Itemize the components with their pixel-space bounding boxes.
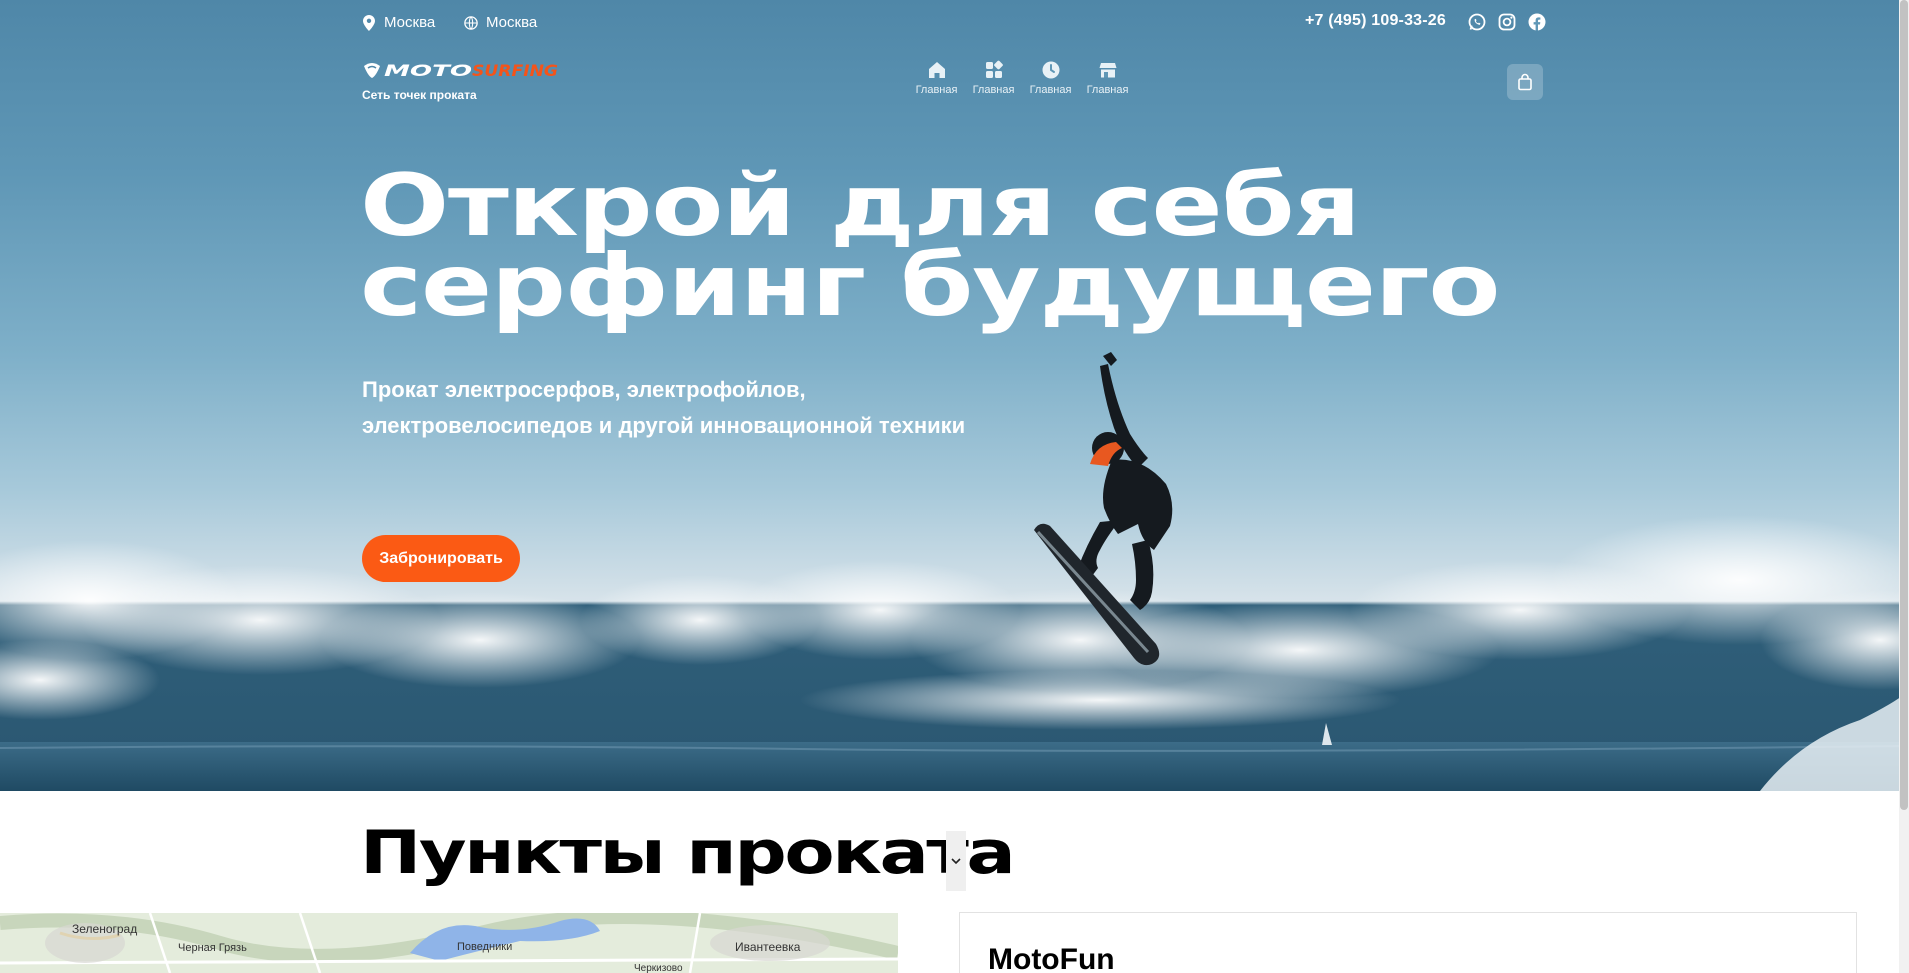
cart-button[interactable] (1507, 64, 1543, 100)
scrollbar-thumb[interactable] (1900, 0, 1908, 810)
nav-item-label: Главная (1029, 84, 1072, 96)
hero-headline-line-1: Открой для себя (360, 156, 1361, 256)
whatsapp-icon[interactable] (1467, 12, 1487, 32)
shopping-bag-icon (1518, 73, 1532, 91)
nav-item-catalog[interactable]: Главная (972, 60, 1015, 96)
map-label: Ивантеевка (735, 940, 801, 954)
region-label: Москва (486, 14, 538, 31)
hero-section: Москва Москва +7 (495) 109-33-26 MOTO SU… (0, 0, 1909, 791)
facebook-icon[interactable] (1527, 12, 1547, 32)
hero-subheadline: Прокат электросерфов, электрофойлов, эле… (362, 372, 1062, 444)
brand-logo[interactable]: MOTO SURFING Сеть точек проката (362, 60, 562, 104)
nav-item-store[interactable]: Главная (1086, 60, 1129, 96)
hero-headline-line-2: серфинг будущего (360, 236, 1500, 336)
nav-item-home[interactable]: Главная (915, 60, 958, 96)
map-label: Зеленоград (72, 922, 138, 936)
hero-subheadline-line-1: Прокат электросерфов, электрофойлов, (362, 377, 806, 402)
page: Москва Москва +7 (495) 109-33-26 MOTO SU… (0, 0, 1909, 973)
nav-item-label: Главная (915, 84, 958, 96)
instagram-icon[interactable] (1497, 12, 1517, 32)
grid-icon (985, 60, 1003, 78)
hero-headline: Открой для себя серфинг будущего (360, 156, 1580, 336)
map-label: Поведники (457, 941, 513, 953)
logo-mark: MOTO SURFING (364, 61, 558, 80)
city-selector[interactable]: Москва (362, 14, 435, 31)
social-links (1467, 12, 1547, 32)
map-label: Черная Грязь (178, 942, 247, 954)
top-bar: Москва Москва +7 (495) 109-33-26 (362, 12, 1547, 34)
book-button[interactable]: Забронировать (362, 535, 520, 582)
rental-point-name: MotoFun (988, 943, 1115, 973)
page-scrollbar[interactable] (1899, 0, 1909, 973)
nav-item-schedule[interactable]: Главная (1029, 60, 1072, 96)
hero-subheadline-line-2: электровелосипедов и другой инновационно… (362, 413, 966, 438)
main-nav: Главная Главная Главная Главная (915, 60, 1129, 96)
globe-icon (464, 15, 478, 30)
nav-item-label: Главная (1086, 84, 1129, 96)
map-label: Черкизово (634, 963, 683, 973)
region-selector[interactable]: Москва (464, 14, 537, 31)
chevron-down-icon (951, 858, 961, 865)
phone-link[interactable]: +7 (495) 109-33-26 (1305, 12, 1446, 30)
rental-point-card[interactable]: MotoFun (959, 912, 1857, 973)
svg-text:MOTO: MOTO (384, 61, 473, 80)
map-pin-icon (363, 14, 375, 31)
rental-points-title: Пункты проката (360, 818, 1016, 888)
home-icon (928, 62, 945, 78)
store-icon (1099, 63, 1116, 78)
clock-icon (1042, 61, 1059, 79)
nav-item-label: Главная (972, 84, 1015, 96)
logo-tagline: Сеть точек проката (362, 88, 477, 102)
section-toggle[interactable] (946, 831, 966, 891)
city-label: Москва (384, 14, 436, 31)
svg-text:SURFING: SURFING (472, 61, 558, 80)
rental-points-map[interactable]: Зеленоград Черная Грязь Поведники Иванте… (0, 913, 898, 973)
